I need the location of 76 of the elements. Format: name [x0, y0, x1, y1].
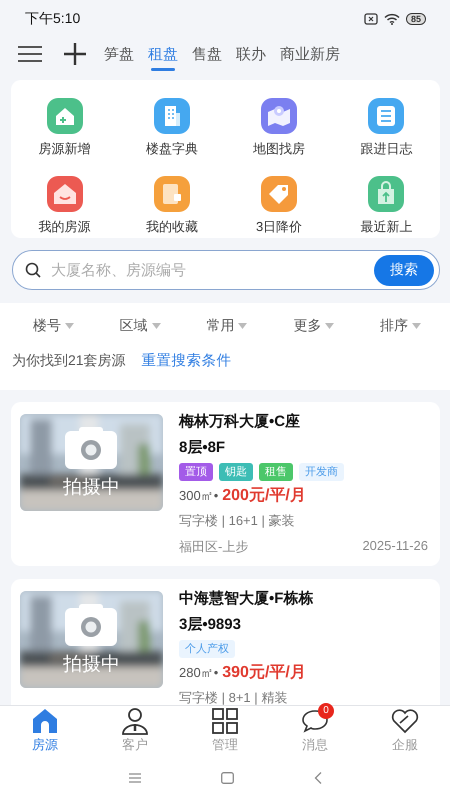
price-text: 200元/平/月: [222, 486, 306, 506]
search-field[interactable]: 大厦名称、房源编号 搜索: [12, 250, 440, 290]
add-icon[interactable]: [64, 43, 86, 65]
listing-tag: 钥匙: [219, 463, 253, 481]
nav-tab[interactable]: 房源: [0, 706, 90, 755]
filter-dropdown[interactable]: 楼号: [32, 317, 74, 335]
nav-tab[interactable]: 0 消息: [270, 706, 360, 755]
tag-icon[interactable]: [261, 176, 298, 212]
search-icon: [25, 262, 41, 278]
building-name: 梅林万科大厦•C座: [179, 412, 302, 432]
caret-icon: [64, 323, 74, 329]
listing-tag: 置顶: [179, 463, 213, 481]
quick-action-label[interactable]: 房源新增: [38, 140, 91, 158]
battery-indicator: 85: [406, 13, 426, 25]
price-text: 390元/平/月: [222, 663, 306, 683]
quick-action-label[interactable]: 最近新上: [360, 218, 412, 236]
listing-card[interactable]: 拍摄中 梅林万科大厦•C座 8层•8F 置顶 钥匙 租售 开发商 300㎡• 200元/平/月 写字楼 | 16+1 | 豪装 福田区-上步 2025-11-26: [11, 402, 440, 566]
status-time: 下午5:10: [25, 10, 80, 28]
camera-icon: [65, 604, 117, 646]
heart-icon: [391, 707, 419, 735]
category-tab[interactable]: 售盘: [192, 40, 222, 68]
quick-action-label[interactable]: 我的房源: [38, 218, 91, 236]
listing-tag: 个人产权: [179, 640, 235, 658]
quick-action-label[interactable]: 跟进日志: [360, 140, 412, 158]
wifi-icon: [384, 13, 400, 25]
category-tab[interactable]: 联办: [236, 40, 266, 68]
search-button[interactable]: 搜索: [374, 254, 434, 286]
building-icon[interactable]: [154, 98, 190, 134]
floor-info: 3层•9893: [179, 615, 242, 635]
filter-dropdown[interactable]: 更多: [293, 317, 334, 335]
camera-icon: [65, 427, 117, 469]
area-text: 300㎡•: [179, 487, 218, 505]
home-icon[interactable]: [46, 176, 83, 212]
caret-icon: [238, 323, 248, 329]
quick-action-label[interactable]: 地图找房: [253, 140, 306, 158]
date-text: 2025-11-26: [362, 538, 428, 555]
listing-tag: 开发商: [299, 463, 344, 481]
features-text: 写字楼 | 16+1 | 豪装: [179, 512, 296, 530]
result-count: 为你找到21套房源: [12, 352, 126, 370]
filter-dropdown[interactable]: 区域: [120, 317, 161, 335]
home-icon[interactable]: [220, 772, 234, 784]
building-name: 中海慧智大厦•F栋栋: [179, 589, 314, 609]
map-icon[interactable]: [261, 98, 298, 134]
folder-icon[interactable]: [154, 176, 190, 212]
house-icon: [31, 707, 59, 735]
person-icon: [121, 707, 149, 735]
reset-link[interactable]: 重置搜索条件: [142, 351, 232, 370]
listing-card[interactable]: 拍摄中 中海慧智大厦•F栋栋 3层•9893 个人产权 280㎡• 390元/平/月 写字楼 | 8+1 | 精装: [11, 579, 440, 705]
notebook-icon[interactable]: [368, 98, 404, 134]
caret-icon: [152, 323, 161, 329]
caret-icon: [325, 323, 334, 329]
floor-info: 8层•8F: [179, 438, 226, 458]
chat-icon: [301, 707, 329, 735]
filter-dropdown[interactable]: 排序: [380, 317, 422, 335]
photo-status: 拍摄中: [62, 653, 121, 677]
category-tab[interactable]: 笋盘: [104, 40, 134, 68]
menu-icon[interactable]: [18, 45, 42, 63]
grid-icon: [211, 707, 239, 735]
sim-icon: [364, 13, 378, 25]
menu-icon[interactable]: [128, 772, 140, 782]
caret-icon: [412, 323, 422, 329]
quick-action-label[interactable]: 楼盘字典: [146, 140, 198, 158]
area-text: 280㎡•: [179, 664, 218, 682]
photo-status: 拍摄中: [62, 476, 121, 500]
features-text: 写字楼 | 8+1 | 精装: [179, 689, 288, 705]
house-icon[interactable]: [46, 98, 83, 134]
listing-tag: 租售: [259, 463, 293, 481]
filter-dropdown[interactable]: 常用: [206, 317, 248, 335]
quick-action-label[interactable]: 3日降价: [256, 218, 302, 236]
category-tab[interactable]: 商业新房: [280, 40, 340, 68]
category-tab[interactable]: 租盘: [148, 40, 178, 68]
unread-badge: 0: [318, 703, 334, 719]
back-icon[interactable]: [314, 772, 322, 784]
bag-icon[interactable]: [368, 176, 404, 212]
quick-action-label[interactable]: 我的收藏: [146, 218, 198, 236]
district-text: 福田区-上步: [179, 538, 248, 556]
